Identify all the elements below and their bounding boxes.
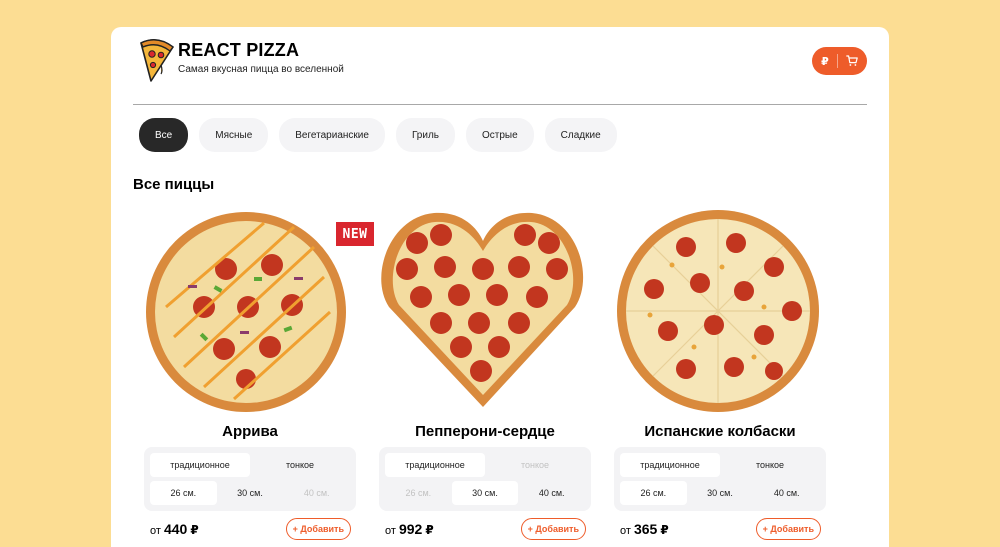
size-40-option[interactable]: 40 см. (518, 481, 585, 505)
add-to-cart-button[interactable]: + Добавить (285, 518, 351, 540)
price-prefix: от (150, 525, 161, 537)
size-30-option[interactable]: 30 см. (217, 481, 284, 505)
size-selector: 26 см. 30 см. 40 см. (620, 481, 820, 505)
pizza-price: от 440 ₽ (144, 521, 199, 537)
pizza-price: от 992 ₽ (379, 521, 434, 537)
size-26-option[interactable]: 26 см. (150, 481, 217, 505)
dough-selector: традиционное тонкое (620, 453, 820, 477)
pizza-image (617, 210, 819, 412)
dough-traditional-option[interactable]: традиционное (620, 453, 720, 477)
dough-traditional-option[interactable]: традиционное (150, 453, 250, 477)
price-value: 365 (633, 521, 658, 537)
cart-total: ₽ (821, 55, 829, 68)
pizza-card-footer: от 365 ₽ + Добавить (614, 517, 826, 541)
cart-button-divider (836, 54, 838, 68)
pizza-options: традиционное тонкое 26 см. 30 см. 40 см. (379, 447, 591, 511)
size-selector: 26 см. 30 см. 40 см. (150, 481, 350, 505)
dough-thin-option[interactable]: тонкое (720, 453, 820, 477)
pizza-title: Пепперони-сердце (415, 423, 555, 440)
category-all[interactable]: Все (139, 118, 189, 152)
size-26-option[interactable]: 26 см. (620, 481, 687, 505)
price-currency: ₽ (425, 523, 434, 537)
size-30-option[interactable]: 30 см. (451, 481, 519, 505)
new-badge: NEW (336, 222, 374, 246)
dough-selector: традиционное тонкое (150, 453, 350, 477)
pizza-image (381, 212, 584, 407)
dough-thin-option: тонкое (520, 460, 550, 470)
dough-thin-option[interactable]: тонкое (250, 453, 350, 477)
size-40-option[interactable]: 40 см. (753, 481, 820, 505)
size-30-option[interactable]: 30 см. (687, 481, 754, 505)
header-divider (133, 104, 867, 105)
category-vegetarian[interactable]: Вегетарианские (279, 118, 385, 152)
size-40-option: 40 см. (303, 488, 330, 498)
pizza-options: традиционное тонкое 26 см. 30 см. 40 см. (614, 447, 826, 511)
cart-button[interactable]: ₽ (812, 47, 867, 75)
cart-icon (846, 55, 858, 66)
pizza-card-footer: от 440 ₽ + Добавить (144, 517, 356, 541)
pizza-image (146, 212, 346, 412)
pizza-title: Испанские колбаски (644, 423, 796, 440)
pizza-slice-icon (140, 39, 174, 82)
price-prefix: от (385, 525, 396, 537)
pizza-price: от 365 ₽ (614, 521, 669, 537)
price-currency: ₽ (660, 523, 669, 537)
dough-selector: традиционное тонкое (385, 453, 585, 477)
pizza-options: традиционное тонкое 26 см. 30 см. 40 см. (144, 447, 356, 511)
pizza-title: Аррива (222, 423, 278, 440)
brand-title: REACT PIZZA (178, 40, 300, 60)
brand-subtitle: Самая вкусная пицца во вселенной (178, 64, 344, 75)
category-grill[interactable]: Гриль (395, 118, 455, 152)
size-26-option: 26 см. (405, 488, 432, 498)
price-currency: ₽ (190, 523, 199, 537)
pizza-card-footer: от 992 ₽ + Добавить (379, 517, 591, 541)
add-to-cart-button[interactable]: + Добавить (520, 518, 586, 540)
category-meat[interactable]: Мясные (199, 118, 269, 152)
category-spicy[interactable]: Острые (465, 118, 534, 152)
category-tabs: Все Мясные Вегетарианские Гриль Острые С… (139, 118, 617, 152)
price-value: 440 (163, 521, 188, 537)
section-title: Все пиццы (133, 176, 215, 193)
category-sweet[interactable]: Сладкие (544, 118, 617, 152)
dough-traditional-option[interactable]: традиционное (385, 453, 485, 477)
price-value: 992 (398, 521, 423, 537)
add-to-cart-button[interactable]: + Добавить (755, 518, 821, 540)
size-selector: 26 см. 30 см. 40 см. (385, 481, 585, 505)
price-prefix: от (620, 525, 631, 537)
app-container: REACT PIZZA Самая вкусная пицца во вселе… (111, 27, 889, 547)
